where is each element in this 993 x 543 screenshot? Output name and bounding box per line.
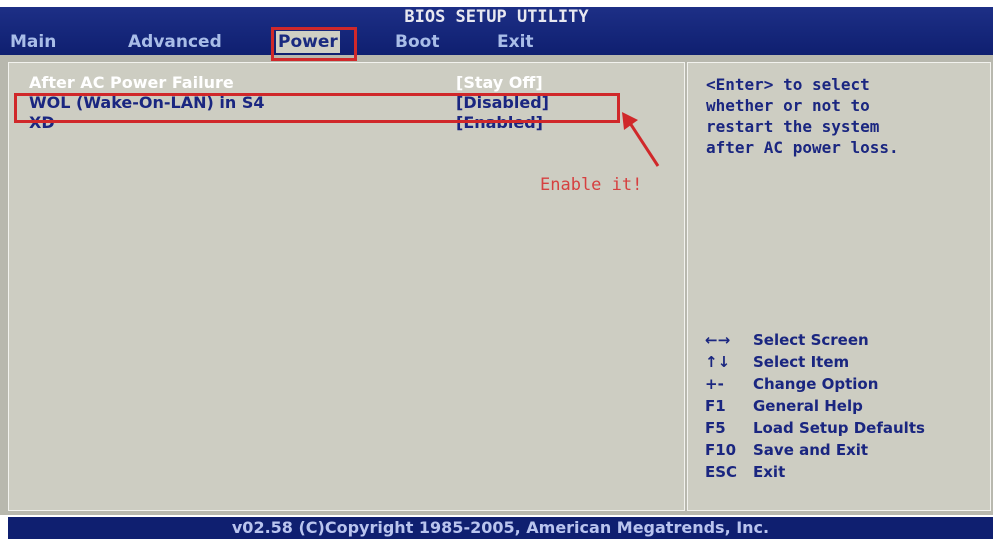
- key-hint: ESC Exit: [705, 462, 785, 483]
- key-hint: F1 General Help: [705, 396, 863, 417]
- key-hint: F10 Save and Exit: [705, 440, 868, 461]
- title-bar: BIOS SETUP UTILITY Main Advanced Power B…: [0, 7, 993, 55]
- key-label: F10: [705, 441, 737, 459]
- key-desc: Select Item: [753, 353, 850, 371]
- help-text: <Enter> to select whether or not to rest…: [706, 75, 899, 157]
- key-label: F1: [705, 397, 726, 415]
- key-hint: +- Change Option: [705, 374, 878, 395]
- footer-bar: v02.58 (C)Copyright 1985-2005, American …: [8, 517, 993, 539]
- menu-exit[interactable]: Exit: [497, 31, 534, 53]
- key-label: F5: [705, 419, 726, 437]
- bios-title: BIOS SETUP UTILITY: [404, 7, 589, 27]
- key-hint: F5 Load Setup Defaults: [705, 418, 925, 439]
- bios-screen: BIOS SETUP UTILITY Main Advanced Power B…: [0, 0, 993, 543]
- key-desc: Change Option: [753, 375, 879, 393]
- key-desc: Save and Exit: [753, 441, 869, 459]
- key-desc: Exit: [753, 463, 786, 481]
- key-desc: Select Screen: [753, 331, 869, 349]
- key-desc: General Help: [753, 397, 863, 415]
- settings-panel: After AC Power Failure [Stay Off] WOL (W…: [8, 62, 685, 511]
- key-label: +-: [705, 375, 724, 393]
- annotation-text: Enable it!: [540, 175, 643, 195]
- setting-value[interactable]: [Stay Off]: [456, 73, 543, 93]
- key-hint: ←→ Select Screen: [705, 330, 869, 351]
- key-label: ESC: [705, 463, 738, 481]
- arrow-icon: [622, 112, 660, 167]
- wol-row-highlight: [14, 93, 620, 123]
- setting-label: After AC Power Failure: [29, 73, 234, 92]
- menu-main[interactable]: Main: [10, 31, 56, 53]
- menu-boot[interactable]: Boot: [395, 31, 439, 53]
- menu-advanced[interactable]: Advanced: [128, 31, 222, 53]
- key-hint: ↑↓ Select Item: [705, 352, 849, 373]
- power-tab-highlight: [271, 27, 357, 61]
- copyright-text: v02.58 (C)Copyright 1985-2005, American …: [231, 518, 770, 537]
- key-desc: Load Setup Defaults: [753, 419, 925, 437]
- key-label: ↑↓: [705, 353, 731, 371]
- key-label: ←→: [705, 331, 731, 349]
